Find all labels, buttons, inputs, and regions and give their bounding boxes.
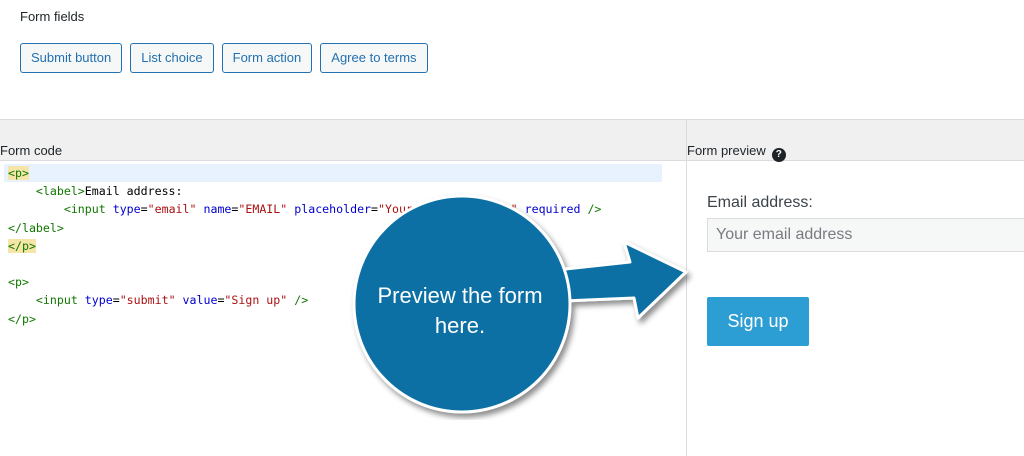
- form-preview-panel: Form preview? Email address: Sign up: [686, 120, 1024, 456]
- code-token: />: [294, 293, 309, 308]
- code-token: <input: [35, 293, 85, 308]
- sign-up-button[interactable]: Sign up: [707, 297, 809, 346]
- code-token: value: [182, 293, 218, 308]
- code-token: <input: [63, 202, 113, 217]
- form-action-field-button[interactable]: Form action: [221, 43, 313, 73]
- form-code-title: Form code: [0, 143, 63, 158]
- email-label: Email address:: [707, 194, 813, 211]
- code-token: Email address:: [84, 184, 183, 199]
- submit-button-field-button[interactable]: Submit button: [20, 43, 123, 73]
- code-token: <p>: [8, 166, 29, 180]
- callout-text-line-1: Preview the form: [377, 283, 543, 308]
- code-token: type: [84, 293, 113, 308]
- code-token: </p>: [8, 238, 36, 253]
- code-token: </p>: [8, 311, 36, 326]
- list-choice-field-button[interactable]: List choice: [130, 43, 214, 73]
- code-token: <label>: [35, 184, 85, 199]
- form-field-buttons: Submit button List choice Form action Ag…: [20, 43, 428, 73]
- code-token: "Sign up": [224, 293, 288, 308]
- form-preview-header: Form preview?: [687, 120, 1024, 162]
- form-fields-title: Form fields: [20, 9, 85, 24]
- code-line[interactable]: <p>: [4, 164, 662, 183]
- callout-text: Preview the form here.: [355, 281, 565, 341]
- code-token: "submit": [119, 293, 176, 308]
- code-token: "email": [147, 202, 197, 217]
- code-token: type: [112, 202, 141, 217]
- code-token: name: [203, 202, 232, 217]
- preview-form: Email address: Sign up: [707, 190, 1024, 346]
- code-token: =: [112, 293, 120, 308]
- code-token: <p>: [8, 275, 29, 290]
- code-token: =: [140, 202, 148, 217]
- email-field[interactable]: [707, 218, 1024, 252]
- form-code-header: Form code: [0, 120, 686, 161]
- code-token: </label>: [8, 220, 64, 235]
- callout-text-line-2: here.: [434, 313, 486, 338]
- agree-to-terms-field-button[interactable]: Agree to terms: [320, 43, 428, 73]
- form-preview-title: Form preview: [687, 143, 766, 158]
- code-token: "EMAIL": [238, 202, 288, 217]
- question-circle-icon[interactable]: ?: [771, 148, 786, 162]
